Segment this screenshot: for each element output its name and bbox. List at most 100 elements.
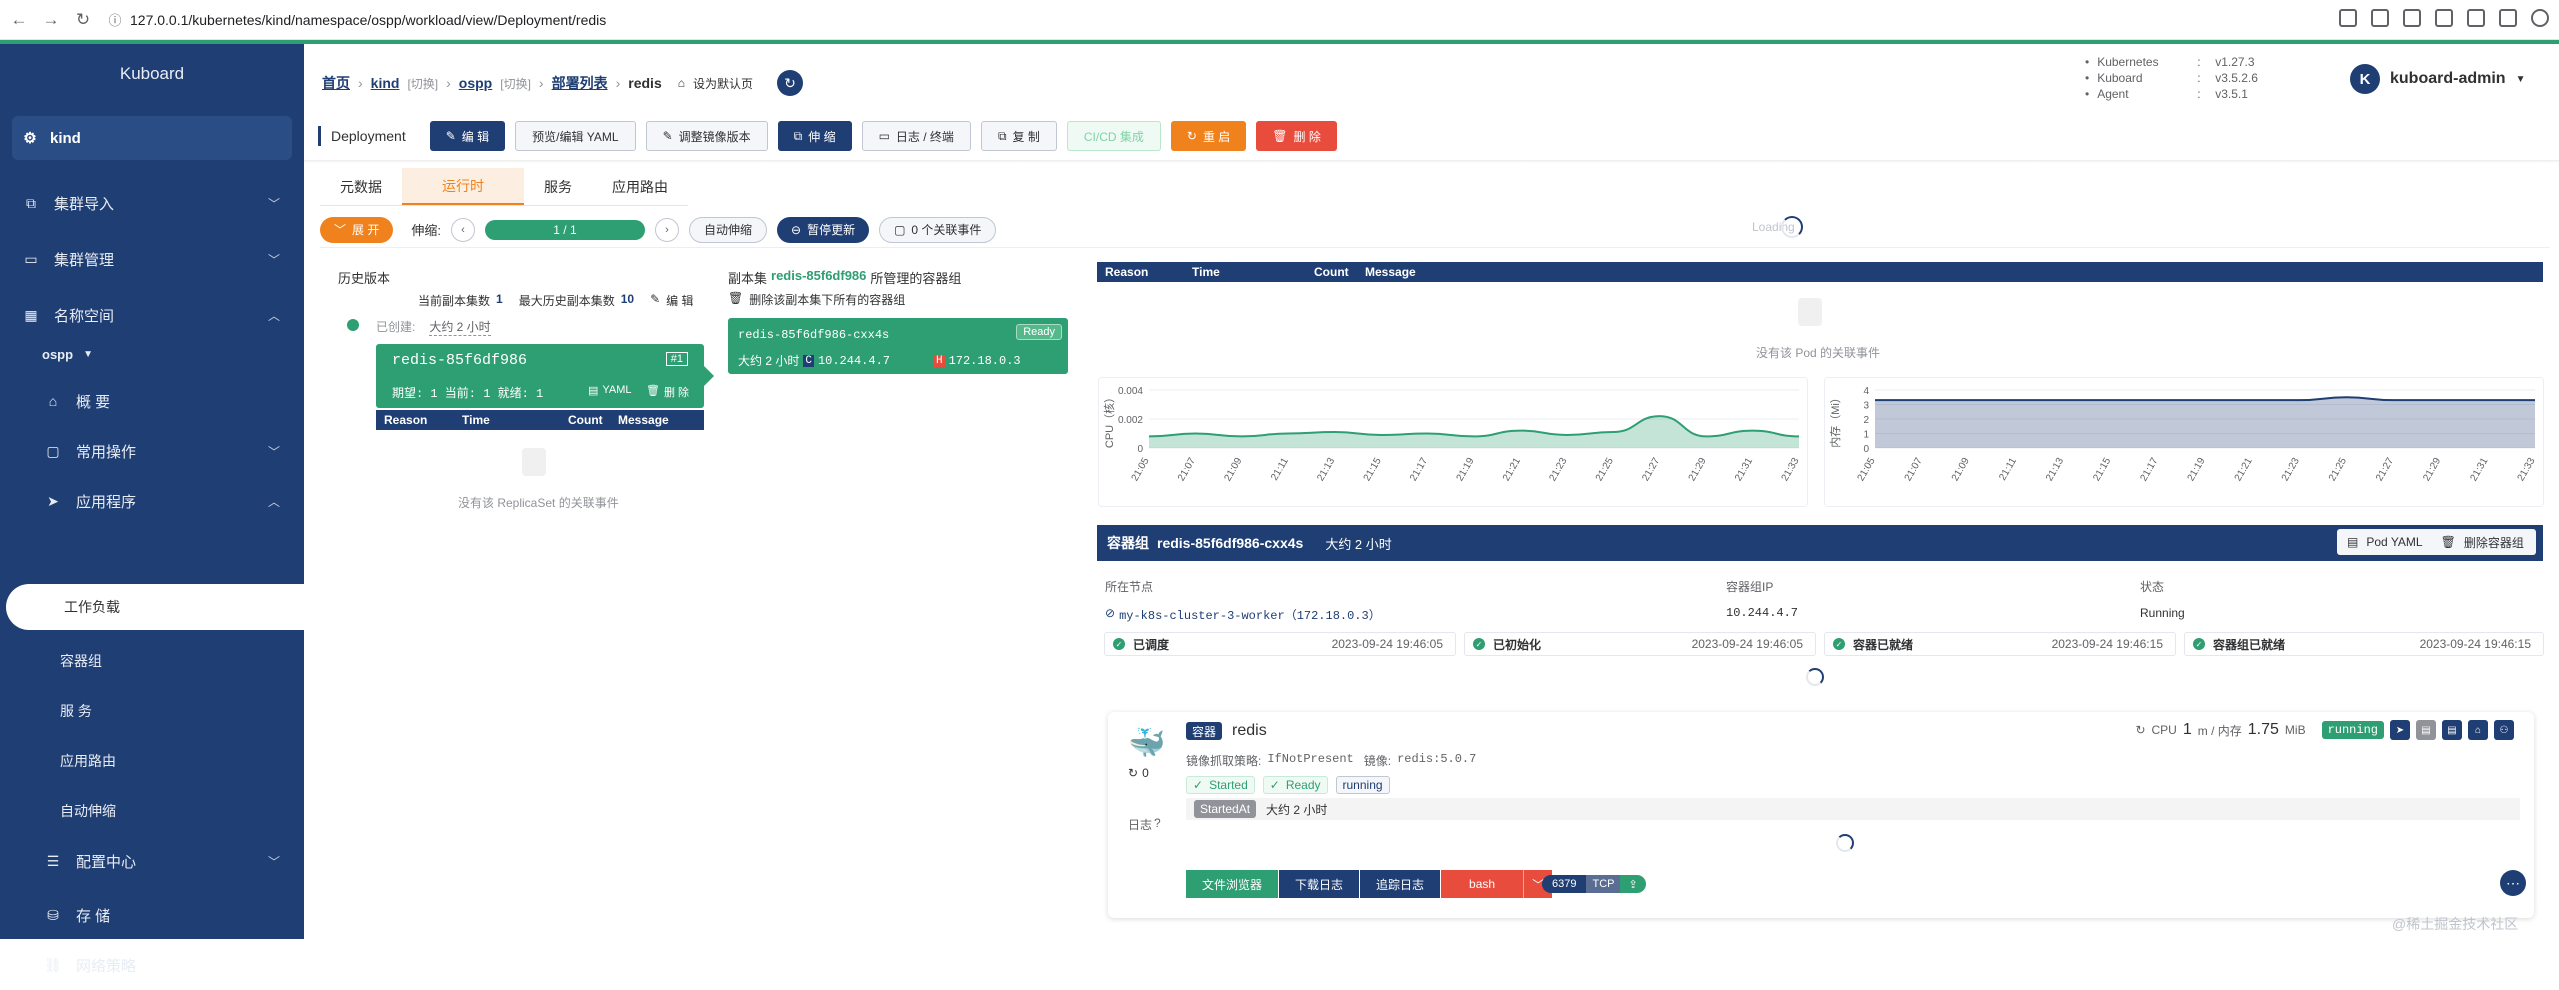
spinner-icon xyxy=(1781,216,1803,238)
sidebar-item-services[interactable]: 服 务 xyxy=(0,688,304,734)
sidebar-item-ingress[interactable]: 应用路由 xyxy=(0,738,304,784)
address-bar[interactable]: 127.0.0.1/kubernetes/kind/namespace/ospp… xyxy=(130,12,606,28)
accent-line xyxy=(0,40,2559,44)
delete-all-pods-link[interactable]: 🗑 删除该副本集下所有的容器组 xyxy=(728,291,905,308)
sidebar-item-cluster-manage[interactable]: ▭ 集群管理 ﹀ xyxy=(0,234,304,284)
switch-namespace-link[interactable]: [切换] xyxy=(500,75,531,92)
adjust-image-button[interactable]: ✎调整镜像版本 xyxy=(646,121,768,151)
back-icon[interactable]: ← xyxy=(6,7,32,33)
forward-icon[interactable]: → xyxy=(38,7,64,33)
delete-pod-label[interactable]: 删除容器组 xyxy=(2464,534,2524,551)
expand-label: 展 开 xyxy=(352,221,379,238)
window-icon[interactable] xyxy=(2499,9,2517,27)
scale-button[interactable]: ⧉伸 缩 xyxy=(778,121,852,151)
app-logo[interactable]: Kuboard xyxy=(0,44,304,104)
grid-icon: ▦ xyxy=(22,307,40,324)
reload-icon[interactable]: ↻ xyxy=(70,7,96,33)
tail-log-button[interactable]: 追踪日志 xyxy=(1359,870,1440,898)
cicd-button[interactable]: CI/CD 集成 xyxy=(1067,121,1161,151)
replicaset-link[interactable]: redis-85f6df986 xyxy=(771,268,866,287)
shell-button[interactable]: bash xyxy=(1440,870,1523,898)
timeline-dot xyxy=(347,319,359,331)
replicaset-card[interactable]: redis-85f6df986 #1 期望: 1 当前: 1 就绪: 1 ▤YA… xyxy=(376,344,704,408)
sidebar-item-cluster[interactable]: ⚙ kind xyxy=(12,116,292,160)
delete-replicaset-link[interactable]: 🗑删 除 xyxy=(646,384,689,400)
autoscale-button[interactable]: 自动伸缩 xyxy=(689,217,767,243)
spinner-icon xyxy=(1836,834,1854,852)
tab-ingress[interactable]: 应用路由 xyxy=(592,168,688,205)
scale-up-button[interactable]: › xyxy=(655,218,679,242)
switch-cluster-link[interactable]: [切换] xyxy=(407,75,438,92)
restart-button[interactable]: ↻重 启 xyxy=(1171,121,1246,151)
breadcrumb-list[interactable]: 部署列表 xyxy=(552,73,608,93)
more-button[interactable]: ⋯ xyxy=(2500,870,2526,896)
chevron-left-icon: ‹ xyxy=(461,224,465,236)
tab-bar: 元数据 运行时 服务 应用路由 xyxy=(320,168,688,206)
send-icon[interactable]: ➤ xyxy=(2390,720,2410,740)
events-button[interactable]: ▢0 个关联事件 xyxy=(879,217,996,243)
file-browser-button[interactable]: 文件浏览器 xyxy=(1186,870,1278,898)
sidebar-item-autoscale[interactable]: 自动伸缩 xyxy=(0,788,304,834)
sidebar-item-network[interactable]: ⛓ 网络策略 xyxy=(0,940,304,990)
refresh-button[interactable]: ↻ xyxy=(777,70,803,96)
namespace-selector[interactable]: ospp ▼ xyxy=(0,334,304,374)
preview-yaml-button[interactable]: 预览/编辑 YAML xyxy=(515,121,635,151)
pause-update-button[interactable]: ⊖暂停更新 xyxy=(777,217,869,243)
chevron-down-icon: ﹀ xyxy=(268,195,280,212)
sidebar-item-overview[interactable]: ⌂ 概 要 xyxy=(0,380,304,422)
terminal-icon[interactable]: ⌂ xyxy=(2468,720,2488,740)
yaml-link[interactable]: ▤YAML xyxy=(588,384,632,397)
user-menu[interactable]: K kuboard-admin ▼ xyxy=(2350,64,2525,94)
adjust-image-label: 调整镜像版本 xyxy=(679,128,751,145)
tab-runtime[interactable]: 运行时 xyxy=(402,168,524,205)
pod-yaml-button[interactable]: ▤ Pod YAML 🗑 删除容器组 xyxy=(2337,529,2536,555)
breadcrumb-cluster[interactable]: kind xyxy=(371,75,400,91)
bookmark-icon[interactable] xyxy=(2403,9,2421,27)
edit-button[interactable]: ✎编 辑 xyxy=(430,121,505,151)
set-default-link[interactable]: 设为默认页 xyxy=(693,75,753,92)
expand-button[interactable]: ﹀展 开 xyxy=(320,217,393,243)
extensions-icon[interactable] xyxy=(2435,9,2453,27)
node-link[interactable]: ⊘ my-k8s-cluster-3-worker（172.18.0.3） xyxy=(1105,606,1381,623)
copy-button[interactable]: ⧉复 制 xyxy=(981,121,1057,151)
sidebar-item-import[interactable]: ⧉ 集群导入 ﹀ xyxy=(0,178,304,228)
breadcrumb-namespace[interactable]: ospp xyxy=(459,75,492,91)
status-value: Running xyxy=(2140,606,2185,620)
tab-metadata[interactable]: 元数据 xyxy=(320,168,402,205)
tab-services[interactable]: 服务 xyxy=(524,168,592,205)
pause-icon: ⊖ xyxy=(791,223,801,237)
pod-card[interactable]: redis-85f6df986-cxx4s Ready 大约 2 小时 C 10… xyxy=(728,318,1068,374)
port-forward-icon[interactable]: ⇪ xyxy=(1620,875,1645,893)
file-icon[interactable]: ▤ xyxy=(2416,720,2436,740)
sidebar-item-workload[interactable]: 工作负载 xyxy=(6,584,304,630)
translate-icon[interactable] xyxy=(2339,9,2357,27)
site-info-icon[interactable]: ⓘ xyxy=(102,7,128,33)
scale-down-button[interactable]: ‹ xyxy=(451,218,475,242)
sidebar-item-label: 网络策略 xyxy=(76,955,136,976)
cpu-value: 1 xyxy=(2183,721,2192,739)
sidebar-item-namespace[interactable]: ▦ 名称空间 ︿ xyxy=(0,290,304,340)
y-tick-label: 0.004 xyxy=(1118,386,1143,397)
delete-button[interactable]: 🗑删 除 xyxy=(1256,121,1337,151)
sidebar-item-common-ops[interactable]: ▢ 常用操作 ﹀ xyxy=(0,430,304,472)
edit-revision-limit-button[interactable]: 编 辑 xyxy=(666,292,693,309)
profile-icon[interactable] xyxy=(2531,9,2549,27)
yaml-label: YAML xyxy=(602,384,631,397)
running-tag: running xyxy=(1336,776,1390,794)
sidebar-icon[interactable] xyxy=(2467,9,2485,27)
download-log-button[interactable]: 下载日志 xyxy=(1278,870,1359,898)
breadcrumb-home[interactable]: 首页 xyxy=(322,73,350,93)
x-tick-label: 21:33 xyxy=(1780,456,1802,484)
trash-icon: 🗑 xyxy=(1272,129,1287,143)
sidebar-item-config[interactable]: ☰ 配置中心 ﹀ xyxy=(0,836,304,886)
sidebar-item-label: 容器组 xyxy=(60,651,102,671)
cpu-label: CPU xyxy=(2152,723,2177,737)
share-icon[interactable] xyxy=(2371,9,2389,27)
sidebar-item-apps[interactable]: ➤ 应用程序 ︿ xyxy=(0,480,304,522)
user-icon[interactable]: ⚇ xyxy=(2494,720,2514,740)
sidebar-item-storage[interactable]: ⛁ 存 储 xyxy=(0,890,304,940)
sidebar-item-pods[interactable]: 容器组 xyxy=(0,638,304,684)
doc-icon[interactable]: ▤ xyxy=(2442,720,2462,740)
protocol-value: TCP xyxy=(1586,875,1620,893)
logs-terminal-button[interactable]: ▭日志 / 终端 xyxy=(862,121,971,151)
